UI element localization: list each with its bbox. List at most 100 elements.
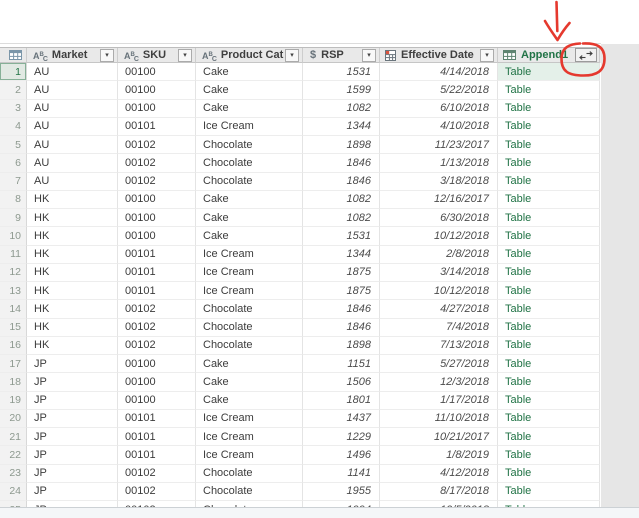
cell-append1[interactable]: Table — [498, 428, 600, 446]
cell-effective-date[interactable]: 7/4/2018 — [380, 319, 498, 337]
row-number[interactable]: 4 — [0, 118, 27, 136]
table-link[interactable]: Table — [505, 412, 531, 424]
cell-sku[interactable]: 00100 — [118, 227, 196, 245]
cell-market[interactable]: HK — [27, 282, 118, 300]
cell-sku[interactable]: 00102 — [118, 483, 196, 501]
cell-rsp[interactable]: 1082 — [303, 209, 380, 227]
table-link[interactable]: Table — [505, 120, 531, 132]
cell-sku[interactable]: 00101 — [118, 410, 196, 428]
cell-rsp[interactable]: 1875 — [303, 282, 380, 300]
cell-append1[interactable]: Table — [498, 209, 600, 227]
cell-sku[interactable]: 00102 — [118, 154, 196, 172]
row-number[interactable]: 7 — [0, 173, 27, 191]
cell-market[interactable]: HK — [27, 264, 118, 282]
filter-button-market[interactable]: ▾ — [100, 49, 114, 62]
cell-market[interactable]: AU — [27, 136, 118, 154]
cell-market[interactable]: JP — [27, 373, 118, 391]
text-type-icon[interactable]: ABC — [124, 48, 139, 63]
bottom-scrollbar-strip[interactable] — [0, 507, 639, 518]
row-number[interactable]: 6 — [0, 154, 27, 172]
cell-rsp[interactable]: 1437 — [303, 410, 380, 428]
row-number[interactable]: 17 — [0, 355, 27, 373]
cell-sku[interactable]: 00100 — [118, 81, 196, 99]
cell-effective-date[interactable]: 6/30/2018 — [380, 209, 498, 227]
cell-product-cat[interactable]: Cake — [196, 373, 303, 391]
row-number[interactable]: 1 — [0, 63, 27, 81]
cell-market[interactable]: HK — [27, 319, 118, 337]
column-header-sku[interactable]: ABC SKU ▾ — [118, 48, 196, 63]
text-type-icon[interactable]: ABC — [33, 48, 48, 63]
cell-append1[interactable]: Table — [498, 282, 600, 300]
cell-market[interactable]: AU — [27, 81, 118, 99]
table-link[interactable]: Table — [505, 248, 531, 260]
cell-effective-date[interactable]: 4/14/2018 — [380, 63, 498, 81]
cell-effective-date[interactable]: 11/23/2017 — [380, 136, 498, 154]
cell-rsp[interactable]: 1846 — [303, 319, 380, 337]
table-link[interactable]: Table — [505, 139, 531, 151]
row-number[interactable]: 22 — [0, 446, 27, 464]
row-number[interactable]: 9 — [0, 209, 27, 227]
cell-sku[interactable]: 00101 — [118, 282, 196, 300]
cell-market[interactable]: AU — [27, 173, 118, 191]
row-number[interactable]: 14 — [0, 300, 27, 318]
row-number[interactable]: 24 — [0, 483, 27, 501]
filter-button-rsp[interactable]: ▾ — [362, 49, 376, 62]
cell-append1[interactable]: Table — [498, 227, 600, 245]
cell-append1[interactable]: Table — [498, 173, 600, 191]
cell-effective-date[interactable]: 10/21/2017 — [380, 428, 498, 446]
column-header-product-cat[interactable]: ABC Product Cat ▾ — [196, 48, 303, 63]
cell-rsp[interactable]: 1141 — [303, 465, 380, 483]
cell-append1[interactable]: Table — [498, 410, 600, 428]
cell-product-cat[interactable]: Ice Cream — [196, 428, 303, 446]
select-all-corner-button[interactable]: ▾ — [0, 48, 27, 63]
cell-product-cat[interactable]: Chocolate — [196, 337, 303, 355]
cell-effective-date[interactable]: 1/17/2018 — [380, 392, 498, 410]
cell-rsp[interactable]: 1846 — [303, 154, 380, 172]
filter-button-product-cat[interactable]: ▾ — [285, 49, 299, 62]
cell-effective-date[interactable]: 4/12/2018 — [380, 465, 498, 483]
table-link[interactable]: Table — [505, 485, 531, 497]
cell-append1[interactable]: Table — [498, 264, 600, 282]
table-link[interactable]: Table — [505, 376, 531, 388]
table-link[interactable]: Table — [505, 339, 531, 351]
cell-rsp[interactable]: 1801 — [303, 392, 380, 410]
cell-market[interactable]: JP — [27, 410, 118, 428]
cell-market[interactable]: HK — [27, 300, 118, 318]
cell-append1[interactable]: Table — [498, 483, 600, 501]
cell-market[interactable]: JP — [27, 428, 118, 446]
cell-market[interactable]: HK — [27, 191, 118, 209]
cell-market[interactable]: HK — [27, 209, 118, 227]
cell-market[interactable]: JP — [27, 465, 118, 483]
cell-sku[interactable]: 00100 — [118, 392, 196, 410]
cell-market[interactable]: HK — [27, 227, 118, 245]
cell-append1[interactable]: Table — [498, 373, 600, 391]
cell-effective-date[interactable]: 12/3/2018 — [380, 373, 498, 391]
table-link[interactable]: Table — [505, 212, 531, 224]
cell-sku[interactable]: 00102 — [118, 173, 196, 191]
cell-product-cat[interactable]: Ice Cream — [196, 246, 303, 264]
cell-product-cat[interactable]: Chocolate — [196, 300, 303, 318]
table-link[interactable]: Table — [505, 84, 531, 96]
cell-effective-date[interactable]: 10/12/2018 — [380, 282, 498, 300]
cell-product-cat[interactable]: Cake — [196, 100, 303, 118]
table-link[interactable]: Table — [505, 193, 531, 205]
table-link[interactable]: Table — [505, 266, 531, 278]
cell-rsp[interactable]: 1344 — [303, 246, 380, 264]
cell-effective-date[interactable]: 5/22/2018 — [380, 81, 498, 99]
cell-effective-date[interactable]: 11/10/2018 — [380, 410, 498, 428]
cell-market[interactable]: JP — [27, 446, 118, 464]
cell-append1[interactable]: Table — [498, 191, 600, 209]
cell-rsp[interactable]: 1496 — [303, 446, 380, 464]
cell-product-cat[interactable]: Chocolate — [196, 136, 303, 154]
cell-product-cat[interactable]: Cake — [196, 227, 303, 245]
table-link[interactable]: Table — [505, 175, 531, 187]
row-number[interactable]: 13 — [0, 282, 27, 300]
cell-product-cat[interactable]: Ice Cream — [196, 264, 303, 282]
cell-market[interactable]: AU — [27, 100, 118, 118]
cell-effective-date[interactable]: 5/27/2018 — [380, 355, 498, 373]
cell-sku[interactable]: 00101 — [118, 428, 196, 446]
row-number[interactable]: 15 — [0, 319, 27, 337]
table-link[interactable]: Table — [505, 102, 531, 114]
cell-append1[interactable]: Table — [498, 136, 600, 154]
row-number[interactable]: 3 — [0, 100, 27, 118]
